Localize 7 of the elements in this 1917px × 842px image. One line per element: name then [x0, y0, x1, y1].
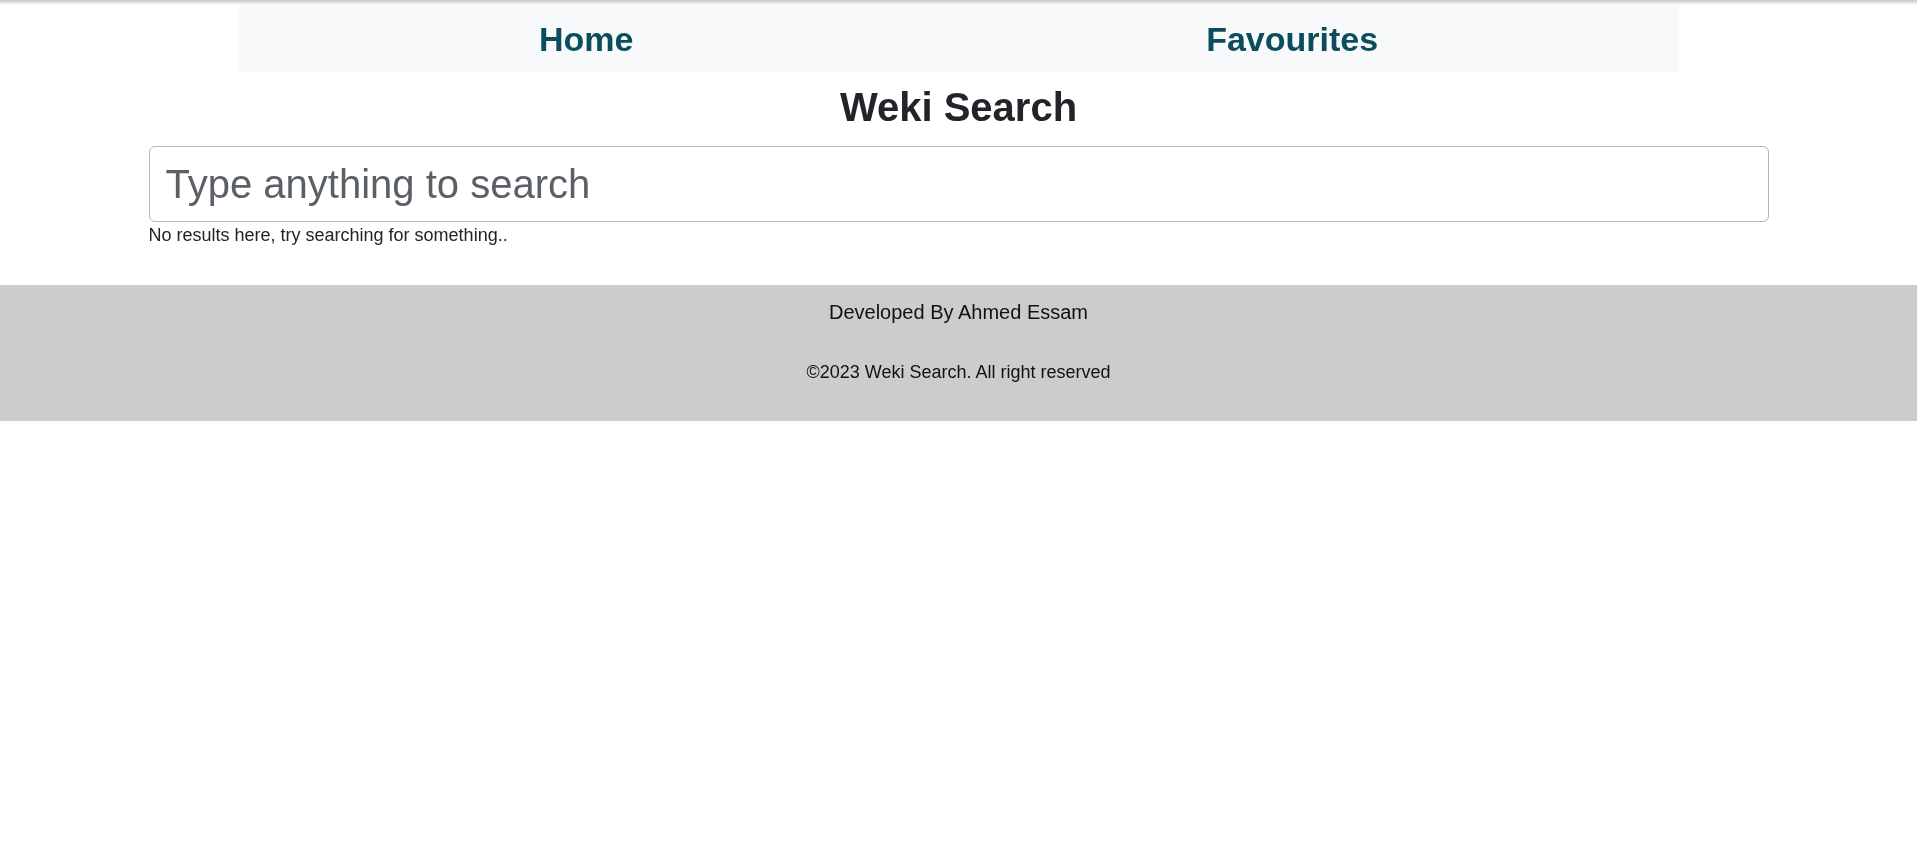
- no-results-message: No results here, try searching for something..: [148, 224, 508, 247]
- search-field[interactable]: Type anything to search: [148, 146, 1769, 222]
- developer-credit: Developed By Ahmed Essam: [829, 300, 1088, 324]
- page-title: Weki Search: [839, 84, 1078, 131]
- nav-link[interactable]: Home: [538, 18, 634, 59]
- nav-link[interactable]: Favourites: [1206, 18, 1379, 59]
- copyright-text: ©2023 Weki Search. All right reserved: [806, 361, 1111, 384]
